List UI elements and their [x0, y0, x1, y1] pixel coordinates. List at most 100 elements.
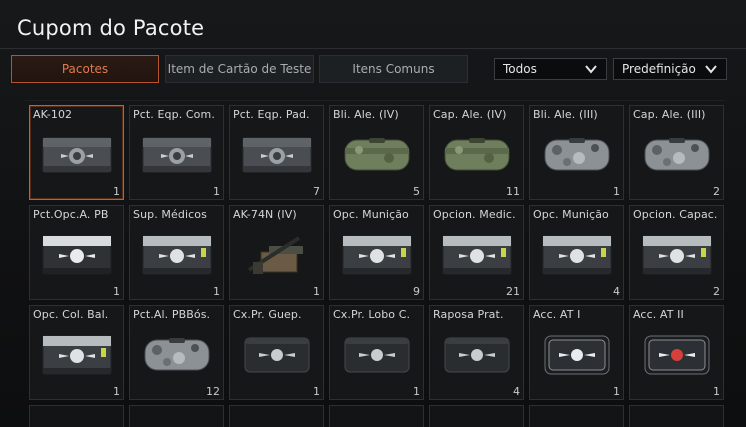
item-quantity: 1 — [113, 185, 120, 198]
inventory-item[interactable]: Cx.Pr. Lobo C. 1 — [329, 305, 424, 400]
item-quantity: 1 — [313, 285, 320, 298]
inventory-item[interactable]: Pct. Eqp. Pad. 7 — [229, 105, 324, 200]
clear-case-icon — [544, 335, 610, 375]
item-name: Opc. Munição — [333, 208, 409, 221]
filter-dropdown-value: Todos — [503, 62, 537, 76]
page-title: Cupom do Pacote — [17, 16, 205, 40]
item-quantity: 1 — [613, 385, 620, 398]
dark-case-icon — [444, 337, 510, 373]
package-coupon-panel: Cupom do Pacote Pacotes Item de Cartão d… — [0, 0, 746, 427]
inventory-slot-empty[interactable] — [529, 405, 624, 427]
chevron-down-icon — [585, 65, 597, 74]
filter-dropdown[interactable]: Todos — [494, 58, 607, 80]
item-quantity: 11 — [506, 185, 520, 198]
item-name: AK-74N (IV) — [233, 208, 297, 221]
item-quantity: 4 — [613, 285, 620, 298]
item-name: Sup. Médicos — [133, 208, 207, 221]
item-name: Cap. Ale. (III) — [633, 108, 706, 121]
rifle-icon — [247, 236, 303, 274]
inventory-item[interactable]: Cap. Ale. (IV) 11 — [429, 105, 524, 200]
red-case-icon — [644, 335, 710, 375]
inventory-item[interactable]: Opcion. Medic. 21 — [429, 205, 524, 300]
metal-crate-icon — [142, 137, 212, 173]
item-quantity: 1 — [213, 285, 220, 298]
green-crate-icon — [342, 235, 412, 275]
item-quantity: 1 — [113, 285, 120, 298]
inventory-item[interactable]: Bli. Ale. (IV) 5 — [329, 105, 424, 200]
item-name: Bli. Ale. (III) — [533, 108, 598, 121]
item-quantity: 5 — [413, 185, 420, 198]
inventory-item[interactable]: Opcion. Capac. 2 — [629, 205, 724, 300]
dark-case-icon — [244, 337, 310, 373]
green-bag-icon — [444, 138, 510, 171]
inventory-item[interactable]: Raposa Prat. 4 — [429, 305, 524, 400]
white-crate-icon — [42, 235, 112, 275]
inventory-slot-empty[interactable] — [329, 405, 424, 427]
camo-bag-icon — [144, 338, 210, 371]
item-name: AK-102 — [33, 108, 73, 121]
item-name: Pct.Al. PBBós. — [133, 308, 211, 321]
inventory-item[interactable]: Sup. Médicos 1 — [129, 205, 224, 300]
inventory-item[interactable]: Cap. Ale. (III) 2 — [629, 105, 724, 200]
item-quantity: 1 — [713, 385, 720, 398]
inventory-item[interactable]: Opc. Munição 9 — [329, 205, 424, 300]
item-name: Pct. Eqp. Pad. — [233, 108, 310, 121]
inventory-item[interactable]: Pct.Al. PBBós. 12 — [129, 305, 224, 400]
inventory-item[interactable]: Bli. Ale. (III) 1 — [529, 105, 624, 200]
camo-bag-icon — [644, 138, 710, 171]
inventory-slot-empty[interactable] — [129, 405, 224, 427]
inventory-item[interactable]: Acc. AT I 1 — [529, 305, 624, 400]
inventory-item[interactable]: Acc. AT II 1 — [629, 305, 724, 400]
chevron-down-icon — [705, 65, 717, 74]
item-name: Bli. Ale. (IV) — [333, 108, 399, 121]
item-name: Cx.Pr. Guep. — [233, 308, 302, 321]
item-quantity: 12 — [206, 385, 220, 398]
item-name: Opc. Munição — [533, 208, 609, 221]
item-name: Opc. Col. Bal. — [33, 308, 109, 321]
inventory-slot-empty[interactable] — [29, 405, 124, 427]
title-divider — [0, 48, 746, 49]
item-name: Acc. AT II — [633, 308, 684, 321]
item-name: Raposa Prat. — [433, 308, 504, 321]
item-quantity: 1 — [113, 385, 120, 398]
item-quantity: 2 — [713, 185, 720, 198]
green-crate-icon — [642, 235, 712, 275]
green-crate-icon — [542, 235, 612, 275]
item-quantity: 1 — [313, 385, 320, 398]
tab-item-de-cartao-de-teste[interactable]: Item de Cartão de Teste — [165, 55, 314, 83]
green-crate-icon — [442, 235, 512, 275]
inventory-item[interactable]: AK-102 1 — [29, 105, 124, 200]
tab-itens-comuns[interactable]: Itens Comuns — [319, 55, 468, 83]
item-name: Opcion. Capac. — [633, 208, 718, 221]
inventory-item[interactable]: AK-74N (IV) 1 — [229, 205, 324, 300]
green-bag-icon — [344, 138, 410, 171]
item-name: Opcion. Medic. — [433, 208, 516, 221]
tab-pacotes[interactable]: Pacotes — [11, 55, 159, 83]
item-quantity: 1 — [413, 385, 420, 398]
inventory-slot-empty[interactable] — [429, 405, 524, 427]
inventory-slot-empty[interactable] — [229, 405, 324, 427]
item-name: Pct.Opc.A. PB — [33, 208, 109, 221]
inventory-item[interactable]: Opc. Col. Bal. 1 — [29, 305, 124, 400]
inventory-item[interactable]: Pct.Opc.A. PB 1 — [29, 205, 124, 300]
metal-crate-icon — [242, 137, 312, 173]
item-name: Cap. Ale. (IV) — [433, 108, 507, 121]
green-crate-icon — [42, 335, 112, 375]
preset-dropdown[interactable]: Predefinição — [613, 58, 727, 80]
item-quantity: 7 — [313, 185, 320, 198]
inventory-item[interactable]: Opc. Munição 4 — [529, 205, 624, 300]
item-name: Pct. Eqp. Com. — [133, 108, 215, 121]
item-name: Acc. AT I — [533, 308, 581, 321]
inventory-item[interactable]: Pct. Eqp. Com. 1 — [129, 105, 224, 200]
item-quantity: 21 — [506, 285, 520, 298]
item-quantity: 4 — [513, 385, 520, 398]
inventory-item[interactable]: Cx.Pr. Guep. 1 — [229, 305, 324, 400]
item-quantity: 1 — [213, 185, 220, 198]
green-crate-icon — [142, 235, 212, 275]
metal-crate-icon — [42, 137, 112, 173]
camo-bag-icon — [544, 138, 610, 171]
dark-case-icon — [344, 337, 410, 373]
item-quantity: 1 — [613, 185, 620, 198]
inventory-slot-empty[interactable] — [629, 405, 724, 427]
inventory-grid: AK-102 1 Pct. Eqp. Com. 1 Pct. Eqp. Pad. 7 Bli… — [25, 100, 725, 427]
